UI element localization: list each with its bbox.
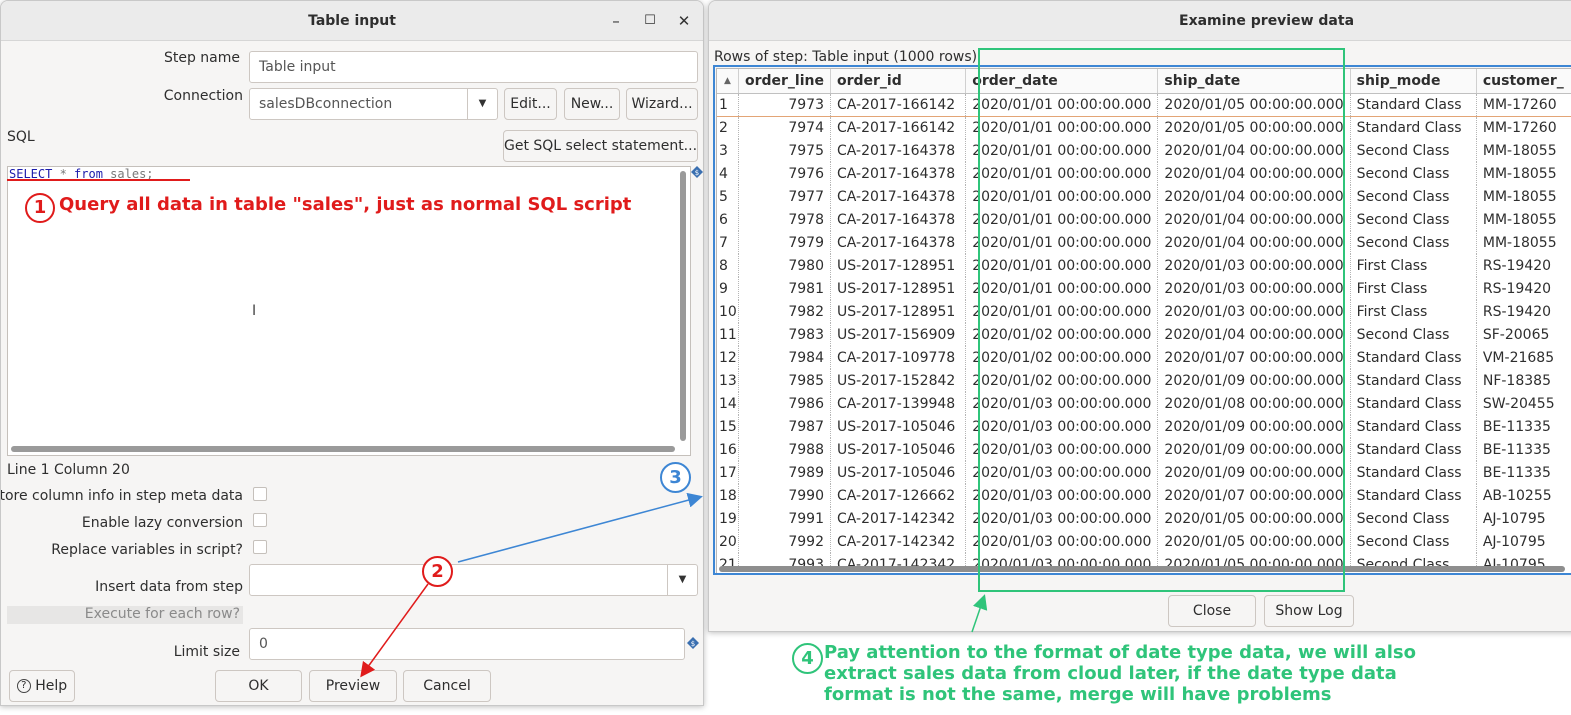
annotation-4-line: extract sales data from cloud later, if … <box>824 663 1397 684</box>
annotation-4-text: Pay attention to the format of date type… <box>824 642 1416 705</box>
chevron-down-icon[interactable]: ▼ <box>667 565 697 595</box>
rows-label: Rows of step: Table input (1000 rows) <box>714 49 978 65</box>
sql-label: SQL <box>7 129 35 145</box>
dialog-title: Table input <box>308 13 396 29</box>
preview-title: Examine preview data <box>1179 13 1355 29</box>
lazy-conversion-label: Enable lazy conversion <box>81 515 243 531</box>
get-sql-button[interactable]: Get SQL select statement... <box>503 130 698 162</box>
date-columns-highlight <box>978 48 1345 592</box>
insert-data-label: Insert data from step <box>95 579 243 595</box>
store-column-label: Store column info in step meta data <box>0 488 243 504</box>
connection-select[interactable]: salesDBconnection ▼ <box>249 88 498 120</box>
annotation-4-badge: 4 <box>792 643 823 674</box>
insert-data-select[interactable]: ▼ <box>249 564 698 596</box>
replace-vars-checkbox[interactable] <box>253 540 267 554</box>
chevron-down-icon[interactable]: ▼ <box>467 89 497 119</box>
edit-button[interactable]: Edit... <box>504 88 557 120</box>
limit-size-label: Limit size <box>173 644 240 660</box>
annotation-1-badge: 1 <box>25 193 55 223</box>
minimize-icon[interactable]: – <box>601 1 631 41</box>
svg-text:$: $ <box>695 169 699 177</box>
new-button[interactable]: New... <box>564 88 620 120</box>
variable-icon: $ <box>687 637 699 649</box>
store-column-checkbox[interactable] <box>253 487 267 501</box>
cursor-position: Line 1 Column 20 <box>7 462 130 478</box>
execute-each-row-label: Execute for each row? <box>84 606 240 622</box>
step-name-label: Step name <box>163 50 240 66</box>
connection-label: Connection <box>163 88 243 104</box>
replace-vars-label: Replace variables in script? <box>51 542 243 558</box>
wizard-button[interactable]: Wizard... <box>626 88 698 120</box>
preview-button[interactable]: Preview <box>309 670 397 702</box>
ok-button[interactable]: OK <box>215 670 302 702</box>
close-button[interactable]: Close <box>1168 595 1256 627</box>
connection-value: salesDBconnection <box>259 96 393 112</box>
help-button[interactable]: ? Help <box>9 670 75 702</box>
vertical-scrollbar[interactable] <box>680 171 686 441</box>
step-name-input[interactable]: Table input <box>249 51 698 83</box>
sql-underline <box>7 179 190 181</box>
annotation-4-line: Pay attention to the format of date type… <box>824 642 1416 663</box>
table-input-dialog: Table input – ☐ ✕ Step name Table input … <box>0 0 704 706</box>
variable-icon: $ <box>691 166 703 178</box>
cancel-button[interactable]: Cancel <box>403 670 491 702</box>
help-label: Help <box>35 678 68 694</box>
close-icon[interactable]: ✕ <box>669 1 699 41</box>
annotation-3-badge: 3 <box>660 462 691 493</box>
annotation-4-line: format is not the same, merge will have … <box>824 684 1332 705</box>
text-cursor-icon: I <box>252 303 257 319</box>
help-icon: ? <box>16 679 31 693</box>
horizontal-scrollbar[interactable] <box>11 446 675 452</box>
maximize-icon[interactable]: ☐ <box>635 1 665 41</box>
show-log-button[interactable]: Show Log <box>1264 595 1354 627</box>
limit-size-input[interactable]: 0 <box>249 628 685 660</box>
svg-text:$: $ <box>691 640 695 648</box>
lazy-conversion-checkbox[interactable] <box>253 513 267 527</box>
annotation-2-badge: 2 <box>422 556 453 587</box>
dialog-titlebar: Table input – ☐ ✕ <box>1 1 703 41</box>
annotation-1-text: Query all data in table "sales", just as… <box>59 194 632 215</box>
preview-titlebar: Examine preview data <box>709 1 1571 41</box>
